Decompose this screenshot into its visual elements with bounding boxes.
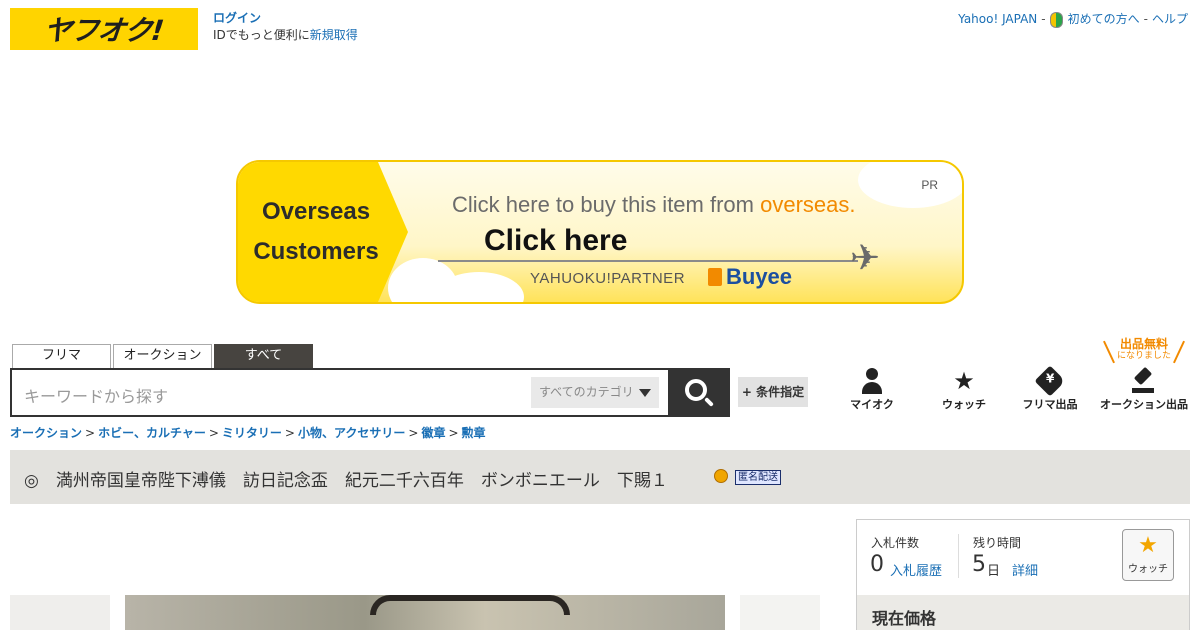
logo-text: ヤフオク! xyxy=(42,14,166,47)
first-time-link[interactable]: 初めての方へ xyxy=(1068,10,1140,27)
banner-overseas: Overseas xyxy=(261,198,371,225)
search-input[interactable]: キーワードから探す xyxy=(24,383,168,407)
top-link-separator: - xyxy=(1041,11,1046,26)
banner-customers: Customers xyxy=(253,238,379,265)
banner-click-here: Click here xyxy=(484,224,628,257)
time-left-unit: 日 xyxy=(987,564,1001,579)
bid-count-value: 0 xyxy=(870,552,884,577)
pr-label: PR xyxy=(921,178,938,192)
yahoo-japan-link[interactable]: Yahoo! JAPAN xyxy=(958,12,1037,26)
gavel-icon xyxy=(1132,368,1156,394)
seller-coin-icon xyxy=(714,469,728,483)
star-icon: ★ xyxy=(1138,533,1158,558)
banner-partner: YAHUOKU!PARTNER xyxy=(530,270,686,287)
nav-auction-sell-label: オークション出品 xyxy=(1100,398,1188,411)
buyee-text: Buyee xyxy=(726,264,793,289)
prev-image-thumbnail[interactable] xyxy=(10,595,110,630)
nav-watch[interactable]: ★ ウォッチ xyxy=(922,366,1006,412)
nav-myauc[interactable]: マイオク xyxy=(830,366,914,412)
search-button[interactable] xyxy=(668,368,730,417)
nav-watch-label: ウォッチ xyxy=(942,398,986,411)
bid-count-label: 入札件数 xyxy=(871,536,920,550)
search-icon xyxy=(685,379,707,401)
category-select[interactable]: すべてのカテゴリ xyxy=(531,377,659,408)
bid-history-link[interactable]: 入札履歴 xyxy=(890,560,942,579)
signup-link[interactable]: 新規取得 xyxy=(310,28,358,42)
free-listing-line2: になりました xyxy=(1116,351,1171,361)
time-detail-link[interactable]: 詳細 xyxy=(1012,560,1038,579)
tab-furima[interactable]: フリマ xyxy=(12,344,111,368)
login-area: ログイン IDでもっと便利に新規取得 xyxy=(213,10,358,44)
breadcrumb-item[interactable]: 徽章 xyxy=(421,426,445,440)
condition-button[interactable]: + 条件指定 xyxy=(738,377,808,407)
watch-button[interactable]: ★ ウォッチ xyxy=(1122,529,1174,581)
anonymous-shipping-badge: 匿名配送 xyxy=(735,470,781,485)
breadcrumb-separator: > xyxy=(85,426,96,440)
help-link[interactable]: ヘルプ xyxy=(1152,10,1188,27)
login-link[interactable]: ログイン xyxy=(213,10,358,27)
nav-furima-sell[interactable]: フリマ出品 xyxy=(1008,365,1092,412)
price-tag-icon xyxy=(1034,365,1066,397)
current-price-bar: 現在価格 xyxy=(857,595,1189,630)
item-title-bar: ◎ 満州帝国皇帝陛下溥儀 訪日記念盃 紀元二千六百年 ボンボニエール 下賜１ 匿… xyxy=(10,450,1190,504)
cloud-decoration xyxy=(858,162,962,208)
dropdown-triangle-icon xyxy=(639,389,651,397)
divider xyxy=(958,534,959,578)
breadcrumb: オークション > ホビー、カルチャー > ミリタリー > 小物、アクセサリー > 徽章 > 勲章 xyxy=(10,424,486,441)
search-box: キーワードから探す すべてのカテゴリ xyxy=(10,368,730,417)
flight-line xyxy=(438,260,858,262)
search-tabs: フリマ オークション すべて xyxy=(12,344,313,368)
category-label: すべてのカテゴリ xyxy=(539,385,634,399)
bid-info-box: 入札件数 0 入札履歴 残り時間 5 日 詳細 ★ ウォッチ 現在価格 xyxy=(856,519,1190,630)
next-image-thumbnail[interactable] xyxy=(740,595,820,630)
signup-line: IDでもっと便利に新規取得 xyxy=(213,27,358,44)
time-left-value: 5 xyxy=(972,552,986,577)
banner-left-text: Overseas Customers xyxy=(248,192,384,272)
yahuoku-logo[interactable]: ヤフオク! xyxy=(10,8,198,50)
bag-strap-shape xyxy=(370,595,570,615)
breadcrumb-separator: > xyxy=(284,426,295,440)
breadcrumb-item[interactable]: ミリタリー xyxy=(222,426,282,440)
time-left-label: 残り時間 xyxy=(973,536,1022,550)
current-price-label: 現在価格 xyxy=(872,609,937,628)
signup-prefix: IDでもっと便利に xyxy=(213,28,310,42)
banner-buy-main: Click here to buy this item from xyxy=(452,192,761,217)
breadcrumb-item[interactable]: オークション xyxy=(10,426,82,440)
buyee-logo: Buyee xyxy=(708,264,792,290)
nav-furima-sell-label: フリマ出品 xyxy=(1022,398,1078,411)
item-title: ◎ 満州帝国皇帝陛下溥儀 訪日記念盃 紀元二千六百年 ボンボニエール 下賜１ xyxy=(24,471,668,491)
star-icon: ★ xyxy=(953,367,975,395)
main-item-image[interactable] xyxy=(125,595,725,630)
banner-buy-text: Click here to buy this item from oversea… xyxy=(452,192,856,218)
buyee-bag-icon xyxy=(708,268,722,286)
free-listing-badge: 出品無料 になりました xyxy=(1104,337,1184,362)
airplane-icon: ✈ xyxy=(850,238,881,279)
breadcrumb-separator: > xyxy=(408,426,419,440)
tab-auction[interactable]: オークション xyxy=(113,344,212,368)
overseas-banner[interactable]: Overseas Customers PR Click here to buy … xyxy=(236,160,964,304)
nav-auction-sell[interactable]: オークション出品 xyxy=(1096,366,1192,412)
person-icon xyxy=(862,368,882,394)
nav-myauc-label: マイオク xyxy=(850,398,894,411)
free-listing-line1: 出品無料 xyxy=(1119,337,1168,351)
breadcrumb-item[interactable]: ホビー、カルチャー xyxy=(98,426,206,440)
tab-all[interactable]: すべて xyxy=(214,344,313,368)
watch-button-label: ウォッチ xyxy=(1128,564,1168,575)
banner-buy-highlight: overseas. xyxy=(760,192,856,217)
breadcrumb-separator: > xyxy=(448,426,459,440)
top-links: Yahoo! JAPAN - 初めての方へ - ヘルプ xyxy=(958,10,1188,28)
beginner-mark-icon xyxy=(1049,11,1063,28)
breadcrumb-separator: > xyxy=(208,426,219,440)
nav-icons: マイオク ★ ウォッチ フリマ出品 オークション出品 xyxy=(830,365,1196,414)
breadcrumb-item[interactable]: 勲章 xyxy=(462,426,486,440)
top-link-separator: - xyxy=(1143,11,1148,26)
breadcrumb-item[interactable]: 小物、アクセサリー xyxy=(298,426,405,440)
